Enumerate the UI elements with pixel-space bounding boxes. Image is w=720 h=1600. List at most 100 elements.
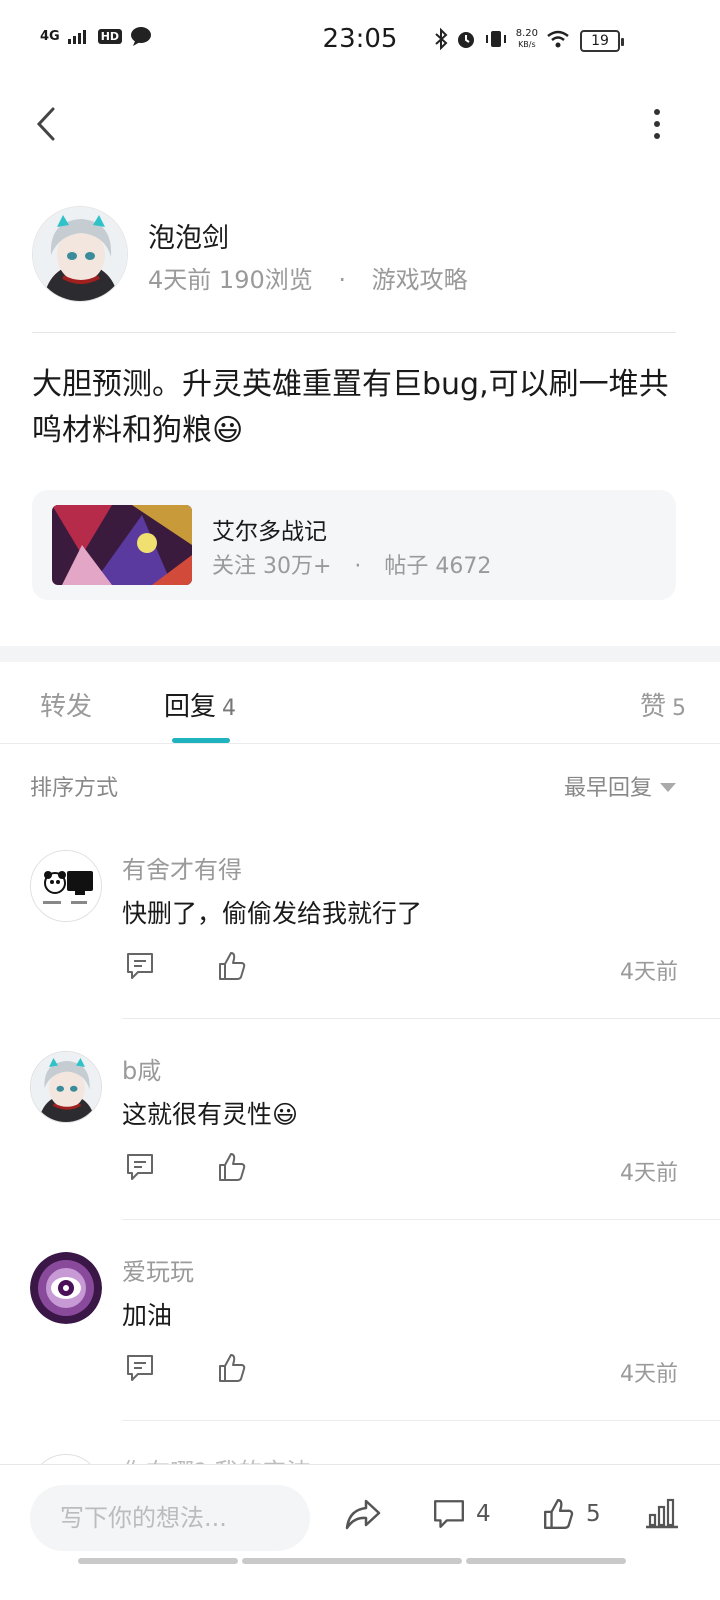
commenter-name[interactable]: 爱玩玩: [122, 1252, 194, 1287]
tab-replies-label: 回复: [164, 692, 217, 722]
author-avatar[interactable]: [32, 206, 128, 302]
section-gap: [0, 646, 720, 662]
tab-replies-count: 4: [222, 696, 237, 721]
thumbs-up-icon: [219, 952, 246, 980]
gesture-segment: [242, 1558, 462, 1564]
comment-text: 加油: [122, 1301, 173, 1330]
tab-likes-label: 赞: [639, 692, 666, 722]
likes-count: 5: [586, 1501, 601, 1527]
battery-indicator: 19: [580, 30, 624, 52]
bluetooth-icon: [435, 28, 448, 50]
bar-chart-icon: [646, 1498, 678, 1529]
caret-down-icon: [660, 782, 676, 792]
forum-posts: 帖子 4672: [384, 554, 492, 579]
comments-button[interactable]: 4: [432, 1497, 491, 1531]
comment-input[interactable]: 写下你的想法...: [30, 1485, 310, 1551]
commenter-avatar[interactable]: [30, 1252, 102, 1324]
wifi-icon: [547, 30, 569, 48]
comment-time: 4天前: [620, 1362, 678, 1387]
commenter-avatar[interactable]: [30, 850, 102, 922]
comment-item: 有舍才有得 快删了，偷偷发给我就行了 4天前: [0, 850, 720, 1050]
reply-button[interactable]: [124, 950, 156, 986]
commenter-avatar-partial: [30, 1454, 102, 1464]
panda-meme-avatar-image: [31, 851, 101, 921]
share-icon: [345, 1499, 381, 1530]
comment-divider: [122, 1420, 720, 1421]
comment-divider: [122, 1219, 720, 1220]
stats-separator: ·: [354, 554, 362, 579]
comment-actions: 4天前: [122, 950, 678, 986]
comment-time: 4天前: [620, 960, 678, 985]
tab-forward-label: 转发: [40, 692, 93, 722]
reply-button[interactable]: [124, 1352, 156, 1388]
reply-button[interactable]: [124, 1151, 156, 1187]
like-button[interactable]: [216, 1151, 248, 1187]
forum-followers: 关注 30万+: [212, 554, 332, 579]
comment-actions: 4天前: [122, 1352, 678, 1388]
status-right: 8.20 KB/s: [434, 28, 570, 50]
comment-text: 这就很有灵性😃: [122, 1100, 299, 1129]
forum-stats: 关注 30万+ · 帖子 4672: [212, 548, 491, 580]
commenter-avatar[interactable]: [30, 1051, 102, 1123]
active-tab-indicator: [172, 738, 230, 743]
meta-separator: ·: [338, 266, 347, 294]
stats-button[interactable]: [644, 1497, 680, 1529]
game-artwork-image: [52, 505, 192, 585]
status-bar: 4G HD 23:05 8.20 KB/s 19: [0, 0, 720, 80]
tab-likes-count: 5: [672, 696, 686, 721]
commenter-name[interactable]: b咸: [122, 1051, 161, 1086]
vibrate-icon: [485, 31, 506, 47]
forum-card[interactable]: 艾尔多战记 关注 30万+ · 帖子 4672: [32, 490, 676, 600]
commenter-name[interactable]: 有舍才有得: [122, 850, 242, 885]
author-name[interactable]: 泡泡剑: [148, 216, 229, 255]
comment-actions: 4天前: [122, 1151, 678, 1187]
anime-avatar-image: [33, 207, 127, 301]
tab-forward[interactable]: 转发: [40, 686, 92, 723]
thumbs-up-icon: [219, 1153, 246, 1181]
sort-bar: 排序方式 最早回复: [30, 770, 676, 802]
gesture-bar: [78, 1558, 628, 1564]
thumbs-up-icon: [219, 1354, 246, 1382]
comment-item: b咸 这就很有灵性😃 4天前: [0, 1051, 720, 1251]
comments-count: 4: [476, 1501, 491, 1527]
sort-label: 排序方式: [30, 776, 119, 801]
comment-time: 4天前: [620, 1161, 678, 1186]
share-button[interactable]: [344, 1497, 382, 1531]
more-dot: [654, 121, 660, 127]
purple-eye-avatar-image: [30, 1252, 102, 1324]
gesture-segment: [78, 1558, 238, 1564]
forum-thumbnail: [52, 505, 192, 585]
more-dot: [654, 109, 660, 115]
comment-icon: [127, 1355, 153, 1381]
tab-replies[interactable]: 回复 4: [164, 686, 236, 723]
thumbs-up-icon: [544, 1499, 574, 1529]
comment-icon: [434, 1500, 464, 1528]
comment-divider: [122, 1018, 720, 1019]
post-author: 泡泡剑 4天前 190浏览 · 游戏攻略: [32, 206, 682, 302]
divider: [32, 332, 676, 333]
comment-icon: [127, 953, 153, 979]
like-button[interactable]: [216, 1352, 248, 1388]
like-post-button[interactable]: 5: [542, 1497, 601, 1531]
post-meta: 4天前 190浏览 · 游戏攻略: [148, 260, 468, 295]
net-speed-unit: KB/s: [518, 40, 536, 49]
tab-likes[interactable]: 赞5: [640, 686, 686, 723]
more-options-button[interactable]: [642, 104, 672, 144]
post-views: 190浏览: [218, 266, 313, 294]
comment-item: 爱玩玩 加油 4天前: [0, 1252, 720, 1452]
chevron-left-icon: [36, 107, 55, 141]
net-speed: 8.20 KB/s: [516, 28, 538, 50]
alarm-icon: [457, 32, 474, 48]
comment-icon: [127, 1154, 153, 1180]
anime-avatar-image: [31, 1052, 101, 1122]
sort-dropdown[interactable]: 最早回复: [564, 770, 676, 802]
net-speed-value: 8.20: [515, 28, 538, 39]
post-body: 大胆预测。升灵英雄重置有巨bug,可以刷一堆共鸣材料和狗粮😃: [32, 367, 669, 448]
post-category[interactable]: 游戏攻略: [372, 266, 468, 294]
like-button[interactable]: [216, 950, 248, 986]
interaction-tabs: 转发 回复 4 赞5: [0, 662, 720, 744]
sort-value: 最早回复: [563, 776, 652, 801]
gesture-segment: [466, 1558, 626, 1564]
back-button[interactable]: [26, 104, 66, 144]
comment-text: 快删了，偷偷发给我就行了: [122, 899, 423, 928]
